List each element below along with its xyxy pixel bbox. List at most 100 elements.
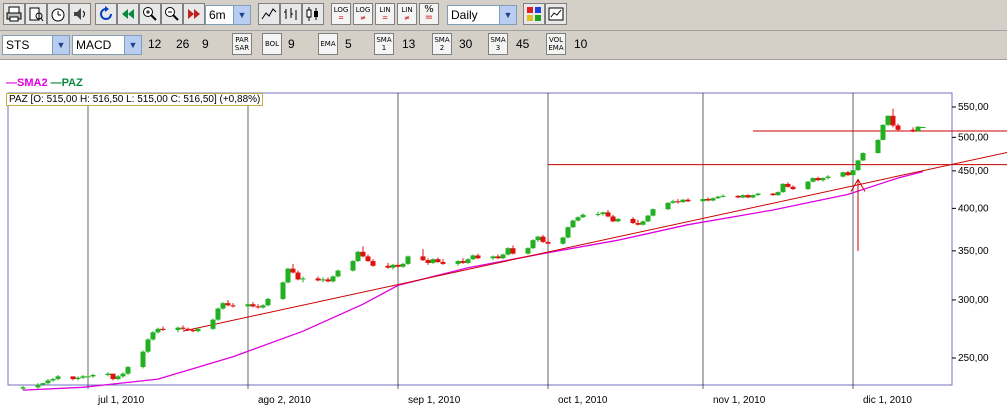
candle-body xyxy=(260,305,266,308)
scale-lin-notequal-button[interactable]: LIN ≠ xyxy=(397,3,417,25)
candle-body xyxy=(545,241,551,244)
price-chart[interactable]: jul 1, 2010 ago 2, 2010 sep 1, 2010 oct 1, … xyxy=(0,60,1007,409)
y-tick-label: 250,00 xyxy=(958,353,989,364)
fast-forward-icon[interactable] xyxy=(183,3,205,25)
candle-body xyxy=(470,255,476,260)
zoom-in-icon[interactable] xyxy=(139,3,161,25)
vol-ema-value[interactable]: 10 xyxy=(574,37,587,51)
line-chart-icon[interactable] xyxy=(258,3,280,25)
candle-body xyxy=(20,387,26,389)
sma3-value[interactable]: 45 xyxy=(516,37,529,51)
indicator-select[interactable]: MACD ▼ xyxy=(72,35,142,55)
sma1-button[interactable]: SMA 1 xyxy=(374,33,394,55)
candle-body xyxy=(805,181,811,190)
candle-body xyxy=(580,214,586,218)
scale-percent-button[interactable]: % = xyxy=(419,3,439,25)
vol-ema-button[interactable]: VOL EMA xyxy=(546,33,566,55)
macd-signal-value[interactable]: 9 xyxy=(202,37,209,51)
candle-body xyxy=(175,327,181,330)
candle-body xyxy=(635,223,641,225)
y-tick-label: 350,00 xyxy=(958,246,989,257)
candle-body xyxy=(405,256,411,264)
interval-value: Daily xyxy=(451,8,478,22)
alarm-clock-icon[interactable] xyxy=(47,3,69,25)
candle-body xyxy=(895,125,901,130)
symbol-select[interactable]: STS ▼ xyxy=(2,35,70,55)
refresh-icon[interactable] xyxy=(95,3,117,25)
candle-body xyxy=(645,215,651,222)
macd-fast-value[interactable]: 12 xyxy=(148,37,161,51)
sma3-button[interactable]: SMA 3 xyxy=(488,33,508,55)
candle-body xyxy=(705,198,711,201)
chart-legend: —SMA2 —PAZ xyxy=(6,77,83,89)
candle-body xyxy=(360,251,366,257)
ema-value[interactable]: 5 xyxy=(345,37,352,51)
candle-body xyxy=(535,236,541,241)
candle-body xyxy=(720,195,726,197)
candle-body xyxy=(350,261,356,271)
print-preview-icon[interactable] xyxy=(25,3,47,25)
chart-area[interactable]: jul 1, 2010 ago 2, 2010 sep 1, 2010 oct 1, … xyxy=(0,60,1007,409)
y-tick-label: 500,00 xyxy=(958,132,989,143)
indicator-toolbar: STS ▼ MACD ▼ 12 26 9 PAR SAR BOL 9 EMA 5 S… xyxy=(0,31,1007,60)
candle-body xyxy=(460,261,466,263)
zoom-out-icon[interactable] xyxy=(161,3,183,25)
candle-body xyxy=(180,327,186,329)
candle-body xyxy=(855,160,861,171)
candle-body xyxy=(425,260,431,263)
candle-body xyxy=(105,373,111,375)
main-toolbar: 6m ▼ LOG = LOG ≠ LIN = LIN ≠ % = Daily ▼ xyxy=(0,0,1007,31)
sma1-value[interactable]: 13 xyxy=(402,37,415,51)
chart-window-icon[interactable] xyxy=(545,3,567,25)
sma2-button[interactable]: SMA 2 xyxy=(432,33,452,55)
candle-body xyxy=(215,308,221,320)
candle-body xyxy=(455,261,461,264)
candle-body xyxy=(735,195,741,198)
candle-body xyxy=(790,186,796,190)
range-select[interactable]: 6m ▼ xyxy=(205,5,251,25)
symbol-value: STS xyxy=(6,38,30,52)
candlestick-icon[interactable] xyxy=(302,3,324,25)
legend-paz-swatch: — xyxy=(50,77,62,89)
ema-button[interactable]: EMA xyxy=(318,33,338,55)
candle-body xyxy=(605,212,611,217)
candle-body xyxy=(210,319,216,329)
candle-body xyxy=(910,129,916,132)
candle-body xyxy=(85,376,91,378)
candle-body xyxy=(815,178,821,181)
scale-log-equal-button[interactable]: LOG = xyxy=(331,3,351,25)
print-icon[interactable] xyxy=(3,3,25,25)
candle-body xyxy=(565,227,571,238)
candle-body xyxy=(160,328,166,330)
candle-body xyxy=(875,139,881,154)
range-value: 6m xyxy=(209,8,226,22)
scale-log-notequal-button[interactable]: LOG ≠ xyxy=(353,3,373,25)
candle-body xyxy=(355,251,361,262)
candle-body xyxy=(755,193,761,196)
candle-body xyxy=(675,201,681,203)
rewind-icon[interactable] xyxy=(117,3,139,25)
candle-body xyxy=(575,217,581,221)
x-tick-label: sep 1, 2010 xyxy=(408,395,461,406)
candle-body xyxy=(500,254,506,259)
macd-slow-value[interactable]: 26 xyxy=(176,37,189,51)
candle-body xyxy=(140,351,146,368)
bol-value[interactable]: 9 xyxy=(288,37,295,51)
candle-body xyxy=(395,264,401,267)
interval-select[interactable]: Daily ▼ xyxy=(447,5,517,25)
candle-body xyxy=(90,374,96,377)
candle-body xyxy=(40,383,46,385)
sma2-value[interactable]: 30 xyxy=(459,37,472,51)
candle-body xyxy=(120,373,126,377)
par-sar-button[interactable]: PAR SAR xyxy=(232,33,252,55)
bol-button[interactable]: BOL xyxy=(262,33,282,55)
scale-lin-equal-button[interactable]: LIN = xyxy=(375,3,395,25)
sound-icon[interactable] xyxy=(69,3,91,25)
candle-body xyxy=(530,240,536,249)
candle-body xyxy=(295,272,301,280)
bar-chart-icon[interactable] xyxy=(280,3,302,25)
candle-body xyxy=(770,193,776,196)
colors-icon[interactable] xyxy=(523,3,545,25)
candle-body xyxy=(825,176,831,179)
x-tick-label: oct 1, 2010 xyxy=(558,395,608,406)
